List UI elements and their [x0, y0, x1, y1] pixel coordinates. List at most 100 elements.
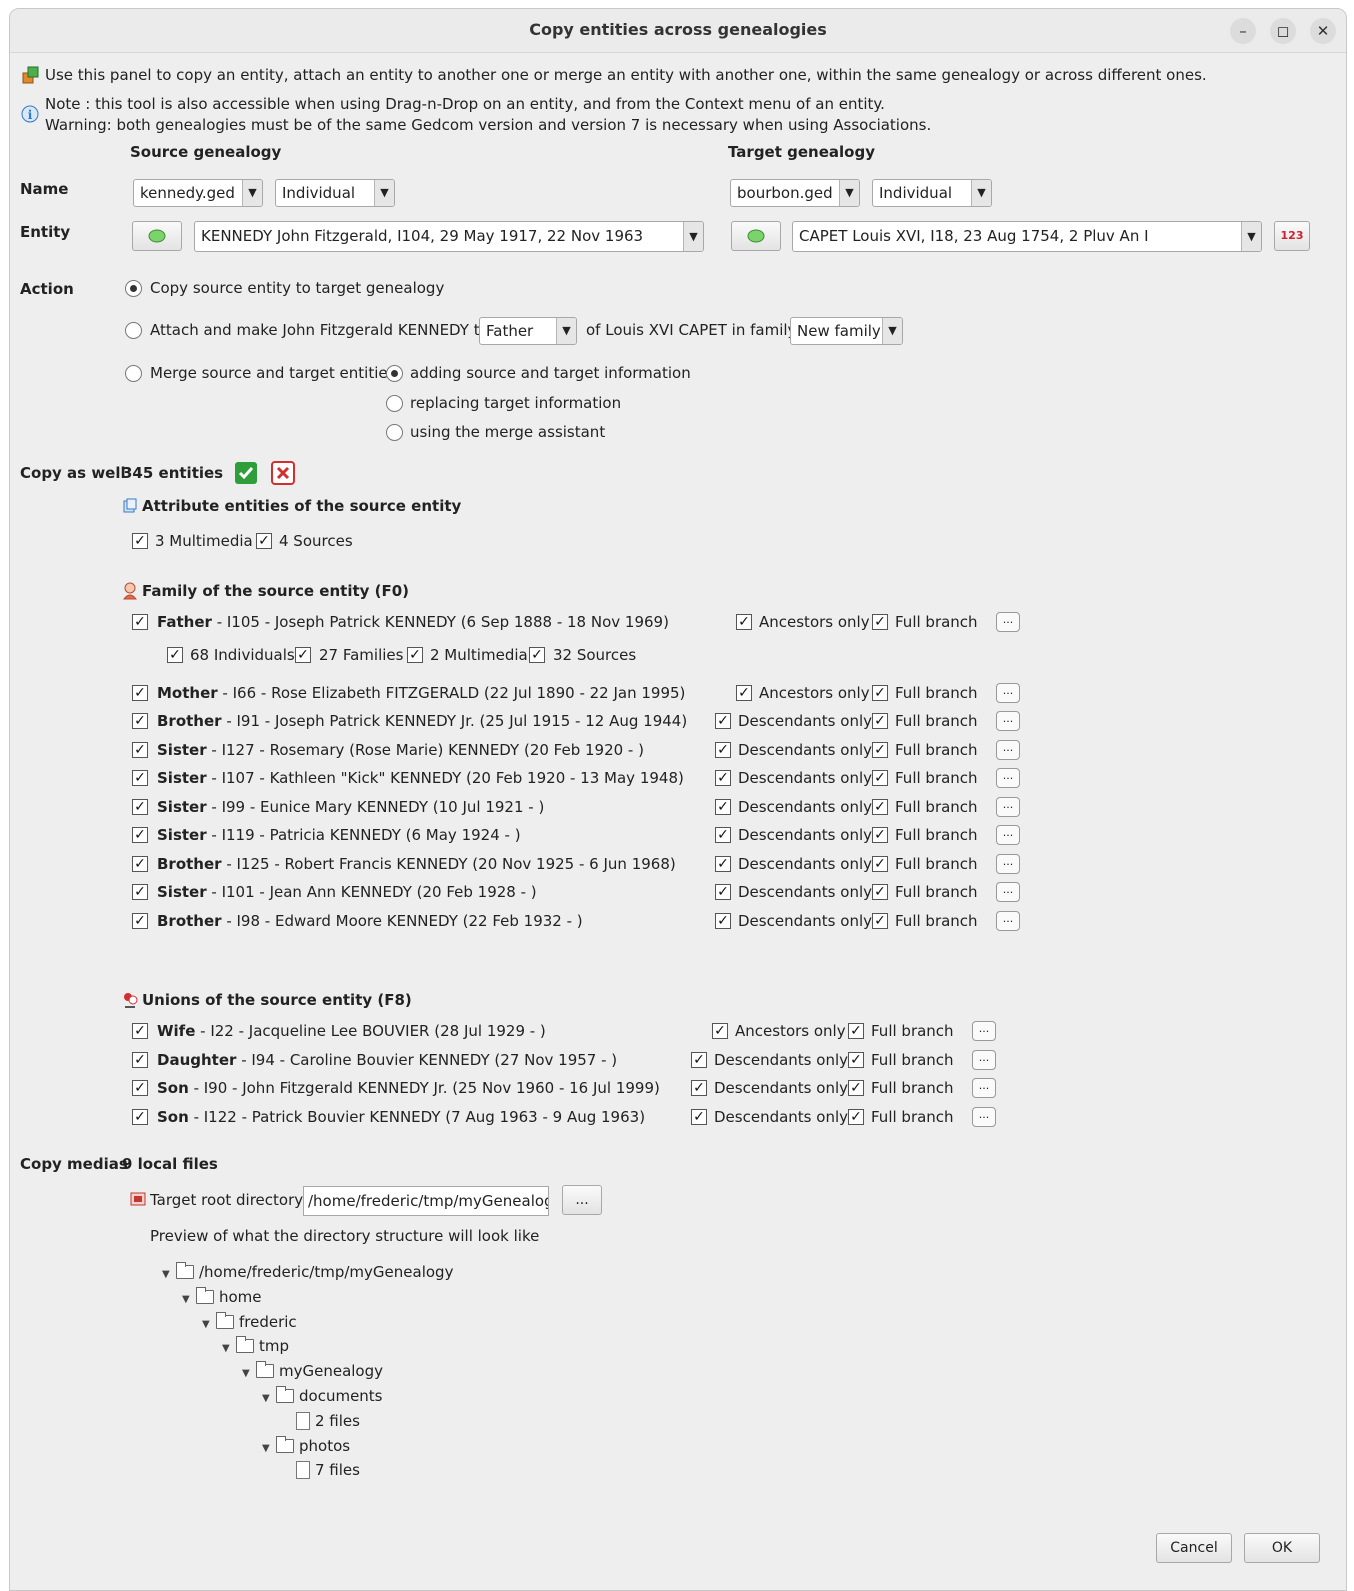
full-branch-checkbox[interactable]: ✓	[848, 1023, 864, 1039]
member-checkbox[interactable]: ✓	[132, 855, 148, 872]
tree-node[interactable]: 7 files	[282, 1461, 360, 1483]
more-options-button[interactable]: ...	[996, 682, 1020, 703]
merge-replacing-radio[interactable]	[386, 395, 403, 412]
expand-toggle-icon[interactable]: ▼	[202, 1319, 216, 1330]
member-checkbox[interactable]: ✓	[132, 684, 148, 701]
copy-radio[interactable]	[125, 280, 142, 297]
ok-button[interactable]: OK	[1244, 1533, 1320, 1563]
source-search-button[interactable]	[132, 221, 182, 251]
attr-sources-checkbox[interactable]: ✓	[256, 533, 272, 549]
scope-checkbox[interactable]: ✓	[691, 1108, 707, 1125]
merge-adding-radio[interactable]	[386, 365, 403, 382]
cancel-button[interactable]: Cancel	[1156, 1533, 1232, 1563]
source-type-select[interactable]: Individual ▼	[275, 179, 395, 207]
member-checkbox[interactable]: ✓	[132, 1051, 148, 1068]
scope-checkbox[interactable]: ✓	[715, 713, 731, 729]
close-button[interactable]: ✕	[1310, 18, 1336, 44]
more-options-button[interactable]: ...	[996, 739, 1020, 760]
more-options-button[interactable]: ...	[996, 796, 1020, 817]
member-checkbox[interactable]: ✓	[132, 1108, 148, 1125]
full-branch-checkbox[interactable]: ✓	[872, 855, 888, 872]
tree-node[interactable]: 2 files	[282, 1411, 360, 1434]
full-branch-checkbox[interactable]: ✓	[872, 798, 888, 815]
scope-checkbox[interactable]: ✓	[691, 1080, 707, 1096]
merge-radio[interactable]	[125, 365, 142, 382]
full-branch-checkbox[interactable]: ✓	[872, 827, 888, 843]
scope-checkbox[interactable]: ✓	[715, 827, 731, 843]
numbering-button[interactable]: 123	[1274, 221, 1310, 251]
select-all-icon[interactable]	[234, 461, 258, 485]
member-checkbox[interactable]: ✓	[132, 614, 148, 630]
attr-multimedia-checkbox[interactable]: ✓	[132, 533, 148, 549]
scope-checkbox[interactable]: ✓	[715, 884, 731, 900]
more-options-button[interactable]: ...	[972, 1106, 996, 1127]
member-checkbox[interactable]: ✓	[132, 741, 148, 758]
attach-radio[interactable]	[125, 322, 142, 339]
tree-node[interactable]: ▼ documents	[262, 1386, 383, 1409]
scope-checkbox[interactable]: ✓	[715, 741, 731, 758]
father-families-checkbox[interactable]: ✓	[295, 647, 311, 663]
tree-node[interactable]: ▼ frederic	[202, 1311, 297, 1335]
full-branch-checkbox[interactable]: ✓	[872, 884, 888, 900]
scope-checkbox[interactable]: ✓	[715, 855, 731, 872]
browse-directory-button[interactable]: ...	[562, 1185, 602, 1215]
merge-assistant-radio[interactable]	[386, 424, 403, 441]
deselect-all-icon[interactable]	[271, 461, 295, 485]
full-branch-checkbox[interactable]: ✓	[872, 713, 888, 729]
member-checkbox[interactable]: ✓	[132, 798, 148, 815]
full-branch-checkbox[interactable]: ✓	[848, 1051, 864, 1068]
father-multimedia-checkbox[interactable]: ✓	[407, 647, 423, 663]
scope-checkbox[interactable]: ✓	[736, 614, 752, 630]
more-options-button[interactable]: ...	[972, 1021, 996, 1041]
target-search-button[interactable]	[731, 221, 781, 251]
member-checkbox[interactable]: ✓	[132, 884, 148, 900]
target-type-select[interactable]: Individual ▼	[872, 179, 992, 207]
target-root-input[interactable]: /home/frederic/tmp/myGenealogy	[303, 1186, 549, 1216]
minimize-button[interactable]: –	[1230, 18, 1256, 44]
more-options-button[interactable]: ...	[972, 1049, 996, 1070]
scope-checkbox[interactable]: ✓	[736, 684, 752, 701]
full-branch-checkbox[interactable]: ✓	[872, 614, 888, 630]
attach-role-select[interactable]: Father ▼	[479, 317, 577, 345]
full-branch-checkbox[interactable]: ✓	[872, 741, 888, 758]
scope-checkbox[interactable]: ✓	[715, 912, 731, 929]
target-genealogy-select[interactable]: bourbon.ged ▼	[730, 179, 860, 207]
scope-checkbox[interactable]: ✓	[691, 1051, 707, 1068]
more-options-button[interactable]: ...	[972, 1078, 996, 1098]
member-checkbox[interactable]: ✓	[132, 1023, 148, 1039]
tree-node[interactable]: ▼ myGenealogy	[242, 1361, 383, 1384]
expand-toggle-icon[interactable]: ▼	[262, 1393, 276, 1404]
member-checkbox[interactable]: ✓	[132, 770, 148, 786]
father-sources-checkbox[interactable]: ✓	[529, 647, 545, 663]
more-options-button[interactable]: ...	[996, 825, 1020, 845]
expand-toggle-icon[interactable]: ▼	[162, 1269, 176, 1280]
expand-toggle-icon[interactable]: ▼	[242, 1368, 256, 1379]
member-checkbox[interactable]: ✓	[132, 713, 148, 729]
more-options-button[interactable]: ...	[996, 882, 1020, 902]
tree-node[interactable]: ▼ /home/frederic/tmp/myGenealogy	[162, 1262, 453, 1285]
member-checkbox[interactable]: ✓	[132, 912, 148, 929]
more-options-button[interactable]: ...	[996, 768, 1020, 788]
more-options-button[interactable]: ...	[996, 853, 1020, 874]
maximize-button[interactable]: ◻	[1270, 18, 1296, 44]
source-genealogy-select[interactable]: kennedy.ged ▼	[133, 179, 263, 207]
more-options-button[interactable]: ...	[996, 612, 1020, 632]
full-branch-checkbox[interactable]: ✓	[848, 1080, 864, 1096]
tree-node[interactable]: ▼ tmp	[222, 1336, 289, 1359]
expand-toggle-icon[interactable]: ▼	[262, 1443, 276, 1454]
full-branch-checkbox[interactable]: ✓	[872, 684, 888, 701]
expand-toggle-icon[interactable]: ▼	[222, 1343, 236, 1354]
full-branch-checkbox[interactable]: ✓	[872, 912, 888, 929]
member-checkbox[interactable]: ✓	[132, 1080, 148, 1096]
scope-checkbox[interactable]: ✓	[715, 770, 731, 786]
full-branch-checkbox[interactable]: ✓	[872, 770, 888, 786]
tree-node[interactable]: ▼ photos	[262, 1435, 350, 1459]
source-entity-select[interactable]: KENNEDY John Fitzgerald, I104, 29 May 19…	[194, 221, 704, 252]
full-branch-checkbox[interactable]: ✓	[848, 1108, 864, 1125]
more-options-button[interactable]: ...	[996, 711, 1020, 731]
tree-node[interactable]: ▼ home	[182, 1286, 262, 1310]
target-entity-select[interactable]: CAPET Louis XVI, I18, 23 Aug 1754, 2 Plu…	[792, 221, 1262, 252]
attach-family-select[interactable]: New family ▼	[790, 317, 903, 345]
father-individuals-checkbox[interactable]: ✓	[167, 647, 183, 663]
more-options-button[interactable]: ...	[996, 910, 1020, 931]
